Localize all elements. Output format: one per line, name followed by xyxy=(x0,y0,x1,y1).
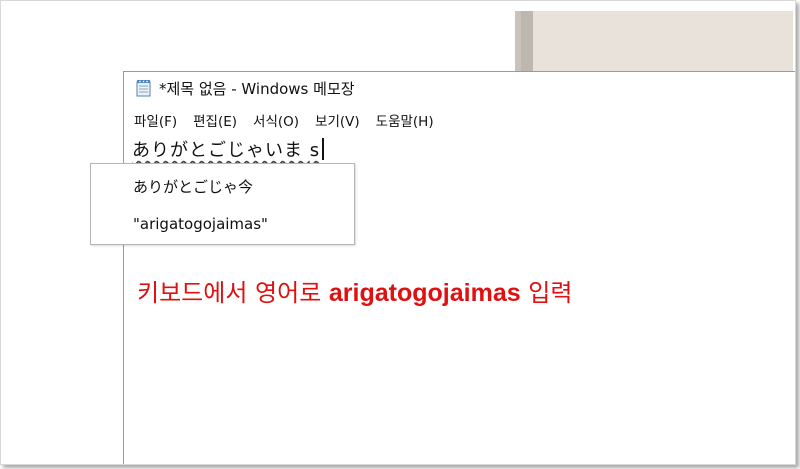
window-title: *제목 없음 - Windows 메모장 xyxy=(159,79,355,98)
ime-candidate-list: ありがとごじゃ今 "arigatogojaimas" xyxy=(90,163,355,245)
menu-help[interactable]: 도움말(H) xyxy=(368,110,442,130)
annotation-romaji: arigatogojaimas xyxy=(328,279,521,307)
pending-romaji: s xyxy=(309,140,321,161)
ime-candidate-1[interactable]: ありがとごじゃ今 xyxy=(133,176,253,197)
ime-candidate-2[interactable]: "arigatogojaimas" xyxy=(133,215,268,233)
screenshot-frame: *제목 없음 - Windows 메모장 파일(F) 편집(E) 서식(O) 보… xyxy=(0,0,796,465)
text-editor[interactable]: ありがとごじゃいま s xyxy=(132,136,324,162)
menu-edit[interactable]: 편집(E) xyxy=(185,110,245,130)
menu-bar: 파일(F) 편집(E) 서식(O) 보기(V) 도움말(H) xyxy=(124,108,442,132)
annotation-prefix: 키보드에서 영어로 xyxy=(137,279,329,307)
annotation-suffix: 입력 xyxy=(520,279,573,307)
text-caret xyxy=(322,138,324,160)
ime-composition-text: ありがとごじゃいま s xyxy=(132,140,321,161)
notepad-icon xyxy=(136,79,152,97)
background-window xyxy=(515,11,793,73)
menu-view[interactable]: 보기(V) xyxy=(307,110,368,130)
annotation-caption: 키보드에서 영어로 arigatogojaimas 입력 xyxy=(137,273,572,308)
title-bar[interactable]: *제목 없음 - Windows 메모장 xyxy=(124,72,795,104)
menu-file[interactable]: 파일(F) xyxy=(124,110,185,130)
notepad-window: *제목 없음 - Windows 메모장 파일(F) 편집(E) 서식(O) 보… xyxy=(123,71,795,464)
menu-format[interactable]: 서식(O) xyxy=(245,110,307,130)
